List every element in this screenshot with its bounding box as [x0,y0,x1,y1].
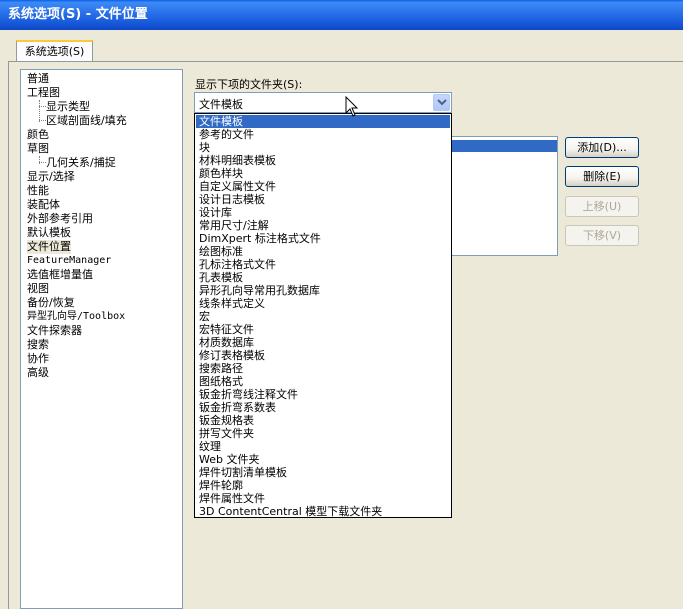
tree-item[interactable]: 工程图 [27,86,60,100]
tree-item[interactable]: 文件探索器 [27,324,82,338]
options-tree[interactable]: 普通 工程图 显示类型 区域剖面线/填充 颜色 草图 几何关系/捕捉 显示/选择 性能 装配体 外部… [20,69,183,609]
dropdown-option[interactable]: 材料明细表模板 [196,154,450,167]
dropdown-option[interactable]: 参考的文件 [196,128,450,141]
folder-list-selected-row[interactable] [452,140,557,152]
dropdown-option[interactable]: 孔表模板 [196,271,450,284]
mouse-cursor-icon [345,95,359,121]
tree-item[interactable]: 视图 [27,282,49,296]
dropdown-option[interactable]: 3D ContentCentral 模型下载文件夹 [196,505,450,518]
dropdown-option[interactable]: DimXpert 标注格式文件 [196,232,450,245]
tree-item[interactable]: 默认模板 [27,226,71,240]
dropdown-option[interactable]: 绘图标准 [196,245,450,258]
dropdown-option[interactable]: 异形孔向导常用孔数据库 [196,284,450,297]
dropdown-option[interactable]: 修订表格模板 [196,349,450,362]
window-title: 系统选项(S) - 文件位置 [8,7,148,22]
dropdown-option[interactable]: 宏特征文件 [196,323,450,336]
dropdown-option[interactable]: 钣金折弯线注释文件 [196,388,450,401]
dropdown-option[interactable]: 材质数据库 [196,336,450,349]
tree-item[interactable]: 外部参考引用 [27,212,93,226]
dropdown-option[interactable]: 孔标注格式文件 [196,258,450,271]
tree-item[interactable]: 草图 [27,142,49,156]
dropdown-option[interactable]: 宏 [196,310,450,323]
dropdown-option[interactable]: 自定义属性文件 [196,180,450,193]
dropdown-option[interactable]: 焊件切割清单模板 [196,466,450,479]
tree-item[interactable]: 几何关系/捕捉 [46,156,116,170]
dropdown-button[interactable] [433,94,450,111]
tree-item[interactable]: 搜索 [27,338,49,352]
dropdown-option[interactable]: Web 文件夹 [196,453,450,466]
tree-item[interactable]: 显示/选择 [27,170,75,184]
tree-item[interactable]: FeatureManager [27,254,111,268]
tree-item[interactable]: 高级 [27,366,49,380]
tree-item[interactable]: 文件位置 [27,240,71,254]
folder-type-dropdown-list[interactable]: 文件模板 参考的文件块材料明细表模板 颜色样块 自定义属性文件 设计日志模板 设计库 常用尺… [194,113,452,518]
tree-item[interactable]: 性能 [27,184,49,198]
folder-list[interactable] [452,136,558,256]
tree-item[interactable]: 显示类型 [46,100,90,114]
tree-item[interactable]: 普通 [27,72,49,86]
dropdown-option[interactable]: 钣金折弯系数表 [196,401,450,414]
move-up-button[interactable]: 上移(U) [565,196,639,217]
dropdown-option[interactable]: 设计日志模板 [196,193,450,206]
tree-item[interactable]: 装配体 [27,198,60,212]
dropdown-option[interactable]: 线条样式定义 [196,297,450,310]
dropdown-option[interactable]: 纹理 [196,440,450,453]
tree-item[interactable]: 颜色 [27,128,49,142]
tree-item[interactable]: 协作 [27,352,49,366]
delete-button[interactable]: 删除(E) [565,166,639,187]
tree-item[interactable]: 区域剖面线/填充 [46,114,127,128]
dropdown-option[interactable]: 颜色样块 [196,167,450,180]
folder-type-value: 文件模板 [199,98,243,111]
dropdown-option[interactable]: 图纸格式 [196,375,450,388]
tree-connector [39,100,40,122]
dropdown-option[interactable]: 焊件轮廓 [196,479,450,492]
dropdown-option[interactable]: 文件模板 [196,115,450,128]
dropdown-option[interactable]: 焊件属性文件 [196,492,450,505]
chevron-down-icon [437,99,447,106]
tree-item[interactable]: 选值框增量值 [27,268,93,282]
dropdown-option[interactable]: 设计库 [196,206,450,219]
dropdown-option[interactable]: 块 [196,141,450,154]
title-bar: 系统选项(S) - 文件位置 [0,0,683,30]
folder-type-select[interactable]: 文件模板 [194,92,452,113]
tree-connector [39,120,46,121]
dropdown-option[interactable]: 搜索路径 [196,362,450,375]
dropdown-option[interactable]: 常用尺寸/注解 [196,219,450,232]
tree-connector [39,106,46,107]
dropdown-option[interactable]: 拼写文件夹 [196,427,450,440]
folders-label: 显示下项的文件夹(S): [195,78,303,91]
tab-strip: 系统选项(S) [0,30,683,62]
tree-item[interactable]: 异型孔向导/Toolbox [27,310,125,324]
move-down-button[interactable]: 下移(V) [565,225,639,246]
dropdown-option[interactable]: 钣金规格表 [196,414,450,427]
add-button[interactable]: 添加(D)... [565,137,639,158]
tree-item[interactable]: 备份/恢复 [27,296,75,310]
tree-connector [39,162,46,163]
tab-system-options[interactable]: 系统选项(S) [16,40,93,62]
